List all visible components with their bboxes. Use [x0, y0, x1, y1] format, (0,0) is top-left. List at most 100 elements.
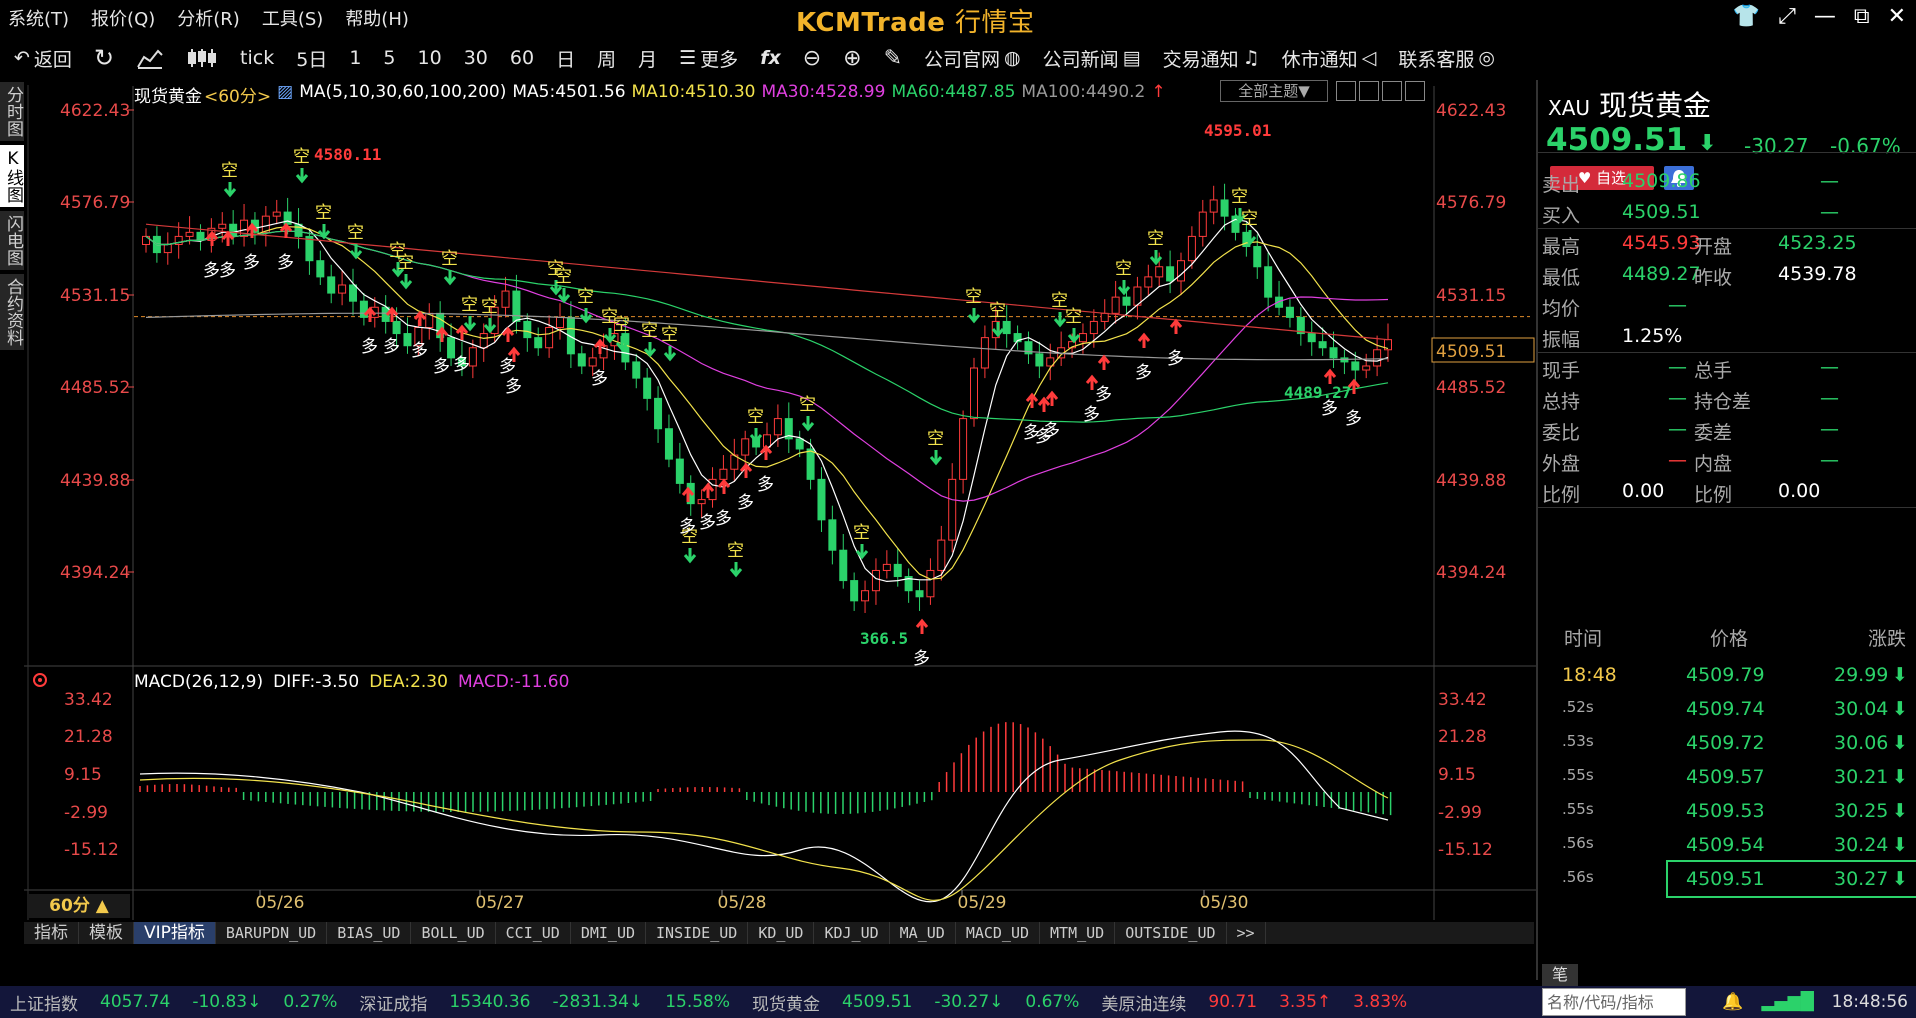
indicator-tab[interactable]: BOLL_UD: [411, 922, 496, 944]
period-tick[interactable]: tick: [240, 47, 274, 69]
layout-buttons: [1336, 81, 1425, 101]
refresh-icon[interactable]: ↻: [94, 44, 114, 72]
sell-marker: 空: [397, 253, 414, 273]
maximize-icon[interactable]: ⧉: [1854, 4, 1870, 29]
macd-legend: MACD(26,12,9) DIFF:-3.50 DEA:2.30 MACD:-…: [134, 672, 569, 692]
tick-row[interactable]: .53s 4509.72 30.06 ⬇: [1538, 726, 1916, 760]
period-day[interactable]: 日: [556, 45, 575, 72]
indicator-tab[interactable]: MTM_UD: [1040, 922, 1116, 944]
skin-icon[interactable]: 👕: [1733, 4, 1760, 29]
quote-value: 4523.25: [1778, 232, 1857, 254]
sell-marker: 空: [927, 429, 944, 449]
tick-time: .55s: [1562, 800, 1594, 818]
quote-value: —: [1668, 418, 1687, 440]
tick-row[interactable]: .52s 4509.74 30.04 ⬇: [1538, 692, 1916, 726]
layout-fit-icon[interactable]: [1405, 81, 1425, 101]
kline-chart-icon[interactable]: [186, 47, 218, 69]
minimize-icon[interactable]: —: [1814, 4, 1836, 29]
period-30[interactable]: 30: [464, 47, 488, 69]
indicator-tab[interactable]: BARUPDN_UD: [216, 922, 328, 944]
link-company-site[interactable]: 公司官网 ◍: [924, 45, 1021, 72]
theme-select[interactable]: 全部主题▼: [1220, 80, 1328, 102]
buy-marker: 多: [411, 341, 428, 361]
period-5d[interactable]: 5日: [296, 45, 327, 72]
tick-row[interactable]: .56s 4509.54 30.24 ⬇: [1538, 828, 1916, 862]
status-name[interactable]: 现货黄金: [752, 990, 820, 1015]
quote-label: 买入: [1542, 205, 1581, 227]
tick-row[interactable]: .55s 4509.53 30.25 ⬇: [1538, 794, 1916, 828]
quote-value: 0.00: [1622, 480, 1665, 502]
menu-tools[interactable]: 工具(S): [262, 5, 323, 31]
tab-ticks[interactable]: 笔: [1542, 964, 1578, 986]
down-arrow-icon: ⬇: [1892, 800, 1908, 822]
period-60[interactable]: 60: [510, 47, 534, 69]
layout-panel-icon[interactable]: [1382, 81, 1402, 101]
candle-body: [1078, 333, 1087, 343]
buy-arrow: [455, 324, 469, 340]
buy-arrow: [363, 306, 377, 322]
status-name[interactable]: 上证指数: [10, 990, 78, 1015]
zoom-out-icon[interactable]: ⊖: [803, 46, 821, 71]
indicator-tab[interactable]: DMI_UD: [571, 922, 647, 944]
indicator-tab[interactable]: KD_UD: [748, 922, 815, 944]
notification-bell-icon[interactable]: 🔔: [1722, 992, 1743, 1012]
y-tick-label: 4531.15: [1436, 286, 1506, 306]
indicator-tab[interactable]: BIAS_UD: [327, 922, 412, 944]
buy-marker: 多: [1043, 421, 1060, 441]
indicator-tab[interactable]: INSIDE_UD: [646, 922, 749, 944]
link-customer-service[interactable]: 联系客服 ◎: [1398, 45, 1495, 72]
trend-chart-icon[interactable]: [136, 47, 164, 69]
indicator-tab[interactable]: CCI_UD: [496, 922, 571, 944]
status-name[interactable]: 美原油连续: [1101, 990, 1186, 1015]
indicator-tab[interactable]: >>: [1227, 922, 1266, 944]
indicator-tab[interactable]: 模板: [79, 922, 134, 944]
candle-body: [403, 333, 412, 347]
link-holiday-notice[interactable]: 休市通知 ◁: [1282, 45, 1377, 72]
close-icon[interactable]: ✕: [1888, 4, 1906, 29]
candle-body: [980, 337, 989, 369]
menu-icon: ☰: [679, 47, 697, 69]
status-name[interactable]: 深证成指: [359, 990, 427, 1015]
menu-quote[interactable]: 报价(Q): [91, 5, 155, 31]
tick-row[interactable]: 18:48 4509.79 29.99 ⬇: [1538, 658, 1916, 692]
restore-icon[interactable]: ⤢: [1778, 4, 1796, 29]
link-company-news[interactable]: 公司新闻 ▤: [1043, 45, 1141, 72]
candle-body: [806, 448, 815, 480]
search-input[interactable]: 名称/代码/指标: [1542, 988, 1686, 1016]
indicator-tab[interactable]: KDJ_UD: [814, 922, 890, 944]
candle-body: [501, 290, 510, 308]
period-toggle-button[interactable]: 60分 ▲: [28, 894, 130, 918]
back-button[interactable]: ↶ 返回: [14, 45, 72, 72]
indicator-tab[interactable]: 指标: [24, 922, 79, 944]
status-v: 4509.51: [842, 992, 913, 1012]
buy-marker: 多: [219, 261, 236, 281]
candle-body: [675, 458, 684, 484]
indicator-tab[interactable]: MA_UD: [890, 922, 956, 944]
ma-icon[interactable]: ▨: [277, 82, 293, 107]
tick-row[interactable]: .55s 4509.57 30.21 ⬇: [1538, 760, 1916, 794]
indicator-tab[interactable]: OUTSIDE_UD: [1115, 922, 1227, 944]
indicator-tab[interactable]: MACD_UD: [956, 922, 1041, 944]
period-5[interactable]: 5: [383, 47, 395, 69]
period-week[interactable]: 周: [597, 45, 616, 72]
period-month[interactable]: 月: [638, 45, 657, 72]
signal-icon: ▂▄▆█: [1761, 992, 1814, 1012]
menu-help[interactable]: 帮助(H): [345, 5, 409, 31]
tick-row[interactable]: .56s 4509.51 30.27 ⬇: [1562, 860, 1916, 898]
sell-marker: 空: [661, 325, 678, 345]
menu-system[interactable]: 系统(T): [8, 5, 69, 31]
menu-analysis[interactable]: 分析(R): [177, 5, 240, 31]
y-tick-label: 4439.88: [60, 471, 130, 491]
chart-canvas[interactable]: 4622.43 4622.43 4576.79 4576.79 4531.15 4531.…: [0, 80, 1536, 920]
formula-icon[interactable]: fx: [760, 47, 781, 69]
layout-grid-icon[interactable]: [1336, 81, 1356, 101]
link-trade-notice[interactable]: 交易通知 ♫: [1163, 45, 1260, 72]
period-1[interactable]: 1: [349, 47, 361, 69]
zoom-in-icon[interactable]: ⊕: [843, 46, 861, 71]
more-button[interactable]: ☰ 更多: [679, 45, 738, 72]
draw-pen-icon[interactable]: ✎: [884, 46, 902, 71]
layout-split-icon[interactable]: [1359, 81, 1379, 101]
kline-chart[interactable]: 4622.43 4622.43 4576.79 4576.79 4531.15 4531.…: [0, 80, 1536, 920]
period-10[interactable]: 10: [418, 47, 442, 69]
indicator-tab[interactable]: VIP指标: [134, 922, 216, 944]
